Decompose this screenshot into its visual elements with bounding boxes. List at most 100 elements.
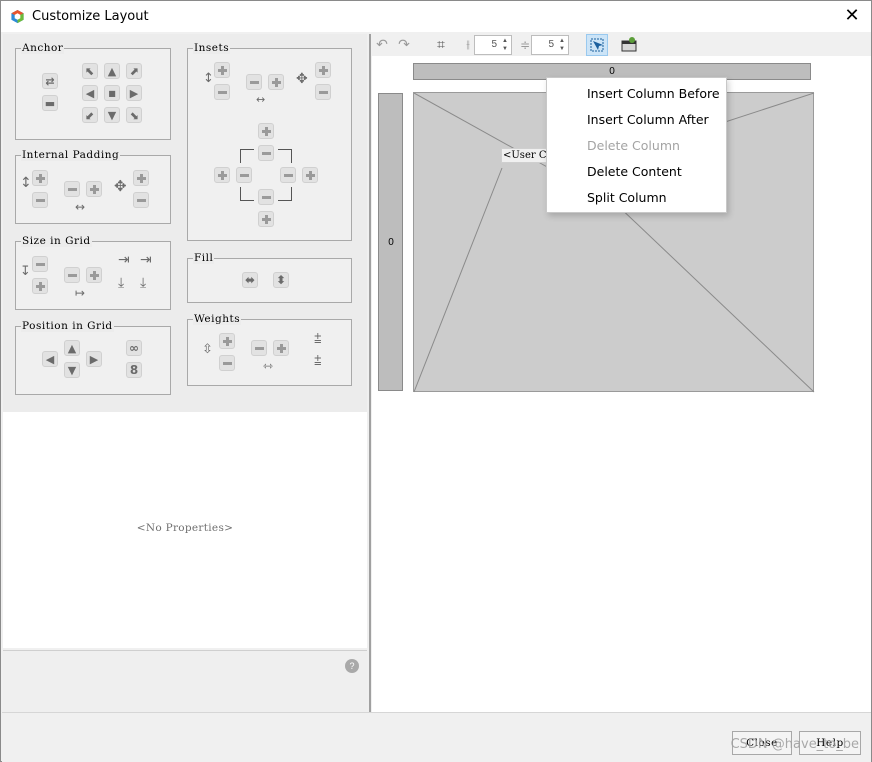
no-properties-label: <No Properties>: [136, 522, 234, 534]
anchor-west-icon[interactable]: ◀: [82, 85, 98, 101]
user-component-placeholder[interactable]: <User Co: [501, 148, 547, 163]
menu-item-delete-content[interactable]: Delete Content: [548, 159, 726, 185]
layout-toolbar: ↶ ↷ ⌗ ⫲ 5 ▲ ▼ ≑ 5 ▲ ▼: [372, 34, 871, 56]
window-close-icon[interactable]: ✕: [841, 5, 863, 27]
insets-bottom-decrease-button[interactable]: [258, 189, 274, 205]
anchor-east-icon[interactable]: ▶: [126, 85, 142, 101]
position-in-grid-group-title: Position in Grid: [21, 320, 114, 332]
anchor-northwest-icon[interactable]: ⬉: [82, 63, 98, 79]
padding-both-increase-button[interactable]: [133, 170, 149, 186]
weights-group-title: Weights: [193, 313, 242, 325]
redo-icon[interactable]: ↷: [395, 36, 413, 54]
padding-vertical-increase-button[interactable]: [32, 170, 48, 186]
weights-group: Weights ⇳ ⇿ ⩲ ⩲: [187, 313, 352, 386]
insets-horizontal-decrease-button[interactable]: [246, 74, 262, 90]
anchor-south-icon[interactable]: ▼: [104, 107, 120, 123]
move-both-icon: ✥: [114, 177, 127, 195]
menu-item-delete-column: Delete Column: [587, 138, 680, 153]
anchor-northeast-icon[interactable]: ⬈: [126, 63, 142, 79]
padding-horizontal-decrease-button[interactable]: [64, 181, 80, 197]
vertical-gap-down-arrow[interactable]: ▼: [557, 45, 567, 53]
column-span-decrease-button[interactable]: [64, 267, 80, 283]
anchor-southwest-icon[interactable]: ⬋: [82, 107, 98, 123]
anchor-group-title: Anchor: [21, 42, 65, 54]
weight-x-decrease-button[interactable]: [251, 340, 267, 356]
vertical-resize-icon: ↕: [20, 175, 32, 191]
horizontal-gap-down-arrow[interactable]: ▼: [500, 45, 510, 53]
dialog-button-bar: Close Help CSDN @have_to_be: [2, 712, 871, 762]
span-to-end-vertical-icon[interactable]: ⤓: [118, 276, 124, 290]
insets-vertical-icon: ↕: [203, 71, 214, 86]
insets-vertical-increase-button[interactable]: [214, 62, 230, 78]
horizontal-gap-spinner[interactable]: 5 ▲ ▼: [474, 35, 512, 55]
insets-bottom-increase-button[interactable]: [258, 211, 274, 227]
column-span-increase-button[interactable]: [86, 267, 102, 283]
insets-horizontal-increase-button[interactable]: [268, 74, 284, 90]
move-right-icon[interactable]: ▶: [86, 351, 102, 367]
anchor-group: Anchor ⇄ ▬ ⬉ ▲ ⬈ ◀ ■ ▶ ⬋ ▼ ⬊: [15, 42, 171, 140]
help-question-icon[interactable]: ?: [345, 659, 359, 673]
weight-distribute-horizontal-icon[interactable]: ⩲: [314, 333, 322, 346]
fill-vertical-icon[interactable]: ⬍: [273, 272, 289, 288]
insets-top-increase-button[interactable]: [258, 123, 274, 139]
insets-left-increase-button[interactable]: [214, 167, 230, 183]
app-logo-icon: [11, 9, 24, 24]
row-span-increase-button[interactable]: [32, 278, 48, 294]
span-to-remainder-horizontal-icon[interactable]: ⇥: [140, 253, 152, 267]
weight-y-decrease-button[interactable]: [219, 355, 235, 371]
horizontal-gap-up-arrow[interactable]: ▲: [500, 37, 510, 45]
insets-right-decrease-button[interactable]: [280, 167, 296, 183]
move-down-icon[interactable]: ▼: [64, 362, 80, 378]
horizontal-resize-icon: ↔: [75, 200, 86, 214]
undo-icon[interactable]: ↶: [373, 36, 391, 54]
row-header-0[interactable]: 0: [378, 93, 403, 391]
move-up-icon[interactable]: ▲: [64, 340, 80, 356]
menu-item-split-column[interactable]: Split Column: [548, 185, 726, 211]
weight-x-increase-button[interactable]: [273, 340, 289, 356]
row-header-label: 0: [388, 237, 394, 248]
anchor-north-icon[interactable]: ▲: [104, 63, 120, 79]
merge-horizontal-icon[interactable]: ∞: [126, 340, 142, 356]
vertical-gap-spinner[interactable]: 5 ▲ ▼: [531, 35, 569, 55]
insets-all-decrease-button[interactable]: [315, 84, 331, 100]
padding-horizontal-increase-button[interactable]: [86, 181, 102, 197]
grid-lines-icon[interactable]: ⌗: [432, 36, 450, 54]
fill-group: Fill ⬌ ⬍: [187, 252, 352, 303]
insets-group: Insets ↕ ↔ ✥: [187, 42, 352, 241]
padding-both-decrease-button[interactable]: [133, 192, 149, 208]
panel-splitter[interactable]: [369, 34, 371, 712]
span-to-remainder-vertical-icon[interactable]: ⤓: [140, 276, 146, 290]
anchor-baseline-icon[interactable]: ▬: [42, 95, 58, 111]
insets-horizontal-icon: ↔: [256, 93, 266, 106]
position-in-grid-group: Position in Grid ◀ ▲ ▼ ▶ ∞ 8: [15, 320, 171, 395]
insets-vertical-decrease-button[interactable]: [214, 84, 230, 100]
weight-horizontal-icon: ⇿: [263, 359, 274, 373]
anchor-southeast-icon[interactable]: ⬊: [126, 107, 142, 123]
insets-right-increase-button[interactable]: [302, 167, 318, 183]
span-to-end-horizontal-icon[interactable]: ⇥: [118, 253, 130, 267]
row-span-decrease-button[interactable]: [32, 256, 48, 272]
anchor-center-icon[interactable]: ■: [104, 85, 120, 101]
fill-group-title: Fill: [193, 252, 215, 264]
padding-vertical-decrease-button[interactable]: [32, 192, 48, 208]
vertical-gap-up-arrow[interactable]: ▲: [557, 37, 567, 45]
move-left-icon[interactable]: ◀: [42, 351, 58, 367]
merge-vertical-icon[interactable]: 8: [126, 362, 142, 378]
hint-panel: ?: [3, 650, 367, 712]
weight-y-increase-button[interactable]: [219, 333, 235, 349]
insets-top-decrease-button[interactable]: [258, 145, 274, 161]
insets-left-decrease-button[interactable]: [236, 167, 252, 183]
size-in-grid-group: Size in Grid ↧ ↦ ⇥ ⇥ ⤓ ⤓: [15, 235, 171, 310]
fill-horizontal-icon[interactable]: ⬌: [242, 272, 258, 288]
weight-distribute-vertical-icon[interactable]: ⩲: [314, 355, 322, 368]
column-context-menu: Insert Column Before Insert Column After…: [546, 77, 727, 213]
title-bar: Customize Layout ✕: [1, 1, 871, 32]
menu-item-insert-column-before[interactable]: Insert Column Before: [548, 81, 726, 107]
select-tool-button[interactable]: [586, 34, 608, 56]
menu-item-insert-column-after[interactable]: Insert Column After: [548, 107, 726, 133]
preview-design-icon[interactable]: [620, 36, 638, 54]
insets-all-icon: ✥: [296, 71, 308, 87]
column-span-icon: ↦: [75, 286, 86, 300]
insets-all-increase-button[interactable]: [315, 62, 331, 78]
anchor-baseline-toggle-icon[interactable]: ⇄: [42, 73, 58, 89]
